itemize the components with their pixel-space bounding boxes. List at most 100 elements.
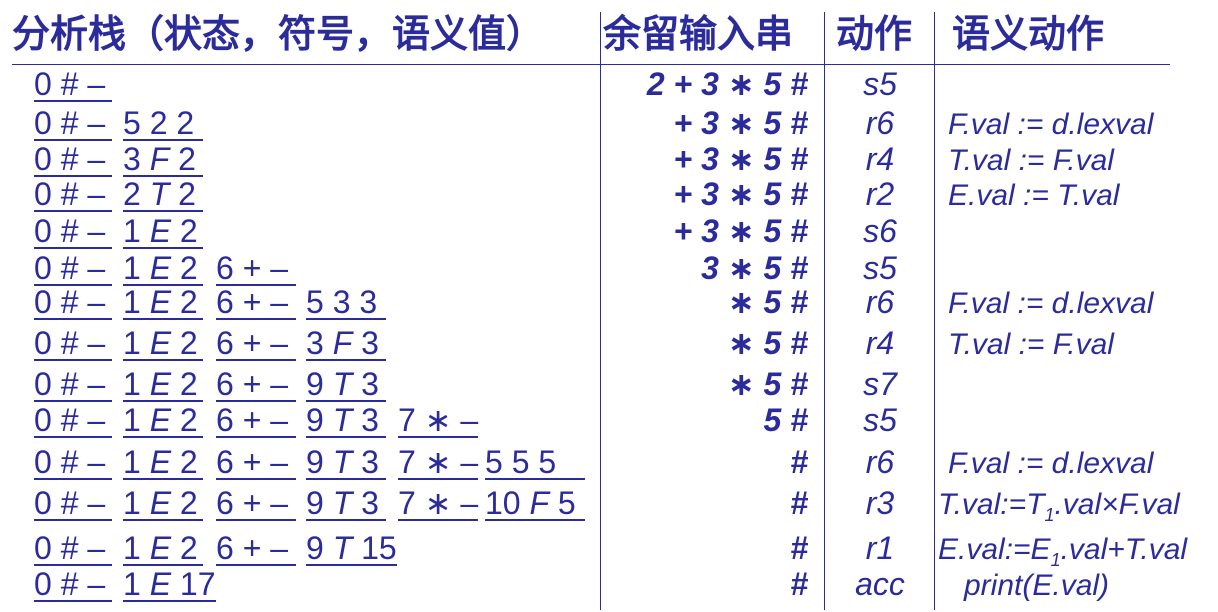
stack-segment: 9 T 3 <box>306 444 386 480</box>
stack-segment: 0 # – <box>34 284 112 320</box>
stack-segment: 6 + – <box>216 366 296 402</box>
table-row: 0 # – 1 E 2 6 + – 9 T 3 7 ∗ – 5 # s5 <box>0 402 1218 442</box>
table-row: 0 # – 1 E 2 6 + – 9 T 3 7 ∗ –10 F 5 # r3 T.val:… <box>0 485 1218 525</box>
header-rule <box>12 64 1170 65</box>
remaining-input: 3 ∗ 5 # <box>701 250 808 286</box>
semantic-action: F.val := d.lexval <box>948 108 1154 141</box>
stack-segment: 1 E 2 <box>123 213 203 249</box>
stack-segment: 3 F 3 <box>306 325 386 361</box>
remaining-input: # <box>790 566 808 602</box>
stack-segment: 6 + – <box>216 530 296 566</box>
stack-segment: 0 # – <box>34 141 112 177</box>
parse-action: s5 <box>863 250 897 286</box>
stack-segment: 1 E 2 <box>123 530 203 566</box>
table-row: 0 # – 1 E 2 6 + – 9 T 3 ∗ 5 # s7 <box>0 366 1218 406</box>
stack-segment: 9 T 15 <box>306 530 397 566</box>
table-row: 0 # –1 E 26 + –9 T 15 # r1 E.val:=E1.val+T.… <box>0 530 1218 570</box>
parse-action: r6 <box>865 284 895 320</box>
stack-segment: 6 + – <box>216 402 296 438</box>
stack-segment: 0 # – <box>34 325 112 361</box>
table-row: 0 # – 2 T 2 + 3 ∗ 5 # r2 E.val := T.val <box>0 176 1218 216</box>
stack-segment: 2 T 2 <box>123 176 203 212</box>
stack-segment: 1 E 17 <box>123 566 216 602</box>
parse-action: r6 <box>865 105 895 141</box>
table-row: 0 # – 1 E 2 6 + – 5 3 3 ∗ 5 # r6 F.val := d.le… <box>0 284 1218 324</box>
stack-segment: 9 T 3 <box>306 402 386 438</box>
stack-segment: 0 # – <box>34 530 112 566</box>
stack-segment: 0 # – <box>34 213 112 249</box>
stack-segment: 1 E 2 <box>123 250 203 286</box>
parse-action: s6 <box>863 213 897 249</box>
stack-segment: 1 E 2 <box>123 284 203 320</box>
remaining-input: # <box>790 444 808 480</box>
semantic-action: E.val := T.val <box>948 179 1120 212</box>
parse-action: r4 <box>865 141 895 177</box>
table-row: 0 # – 1 E 2 6 + – 9 T 3 7 ∗ –5 5 5 # r6 F.val :… <box>0 444 1218 484</box>
stack-segment: 5 5 5 <box>485 444 585 480</box>
remaining-input: 2 + 3 ∗ 5 # <box>646 66 808 102</box>
stack-segment: 6 + – <box>216 325 296 361</box>
table-row: 0 # – 1 E 2 6 + – 3 F 3 ∗ 5 # r4 T.val := F.va… <box>0 325 1218 365</box>
stack-segment: 7 ∗ – <box>398 402 479 438</box>
stack-segment: 1 E 2 <box>123 402 203 438</box>
stack-segment: 7 ∗ – <box>398 485 479 521</box>
stack-segment: 6 + – <box>216 444 296 480</box>
parse-action: r2 <box>865 176 895 212</box>
parse-action: s7 <box>863 366 897 402</box>
stack-segment: 1 E 2 <box>123 485 203 521</box>
parse-action: acc <box>855 566 905 602</box>
stack-segment: 5 3 3 <box>306 284 386 320</box>
parse-action: r1 <box>865 530 895 566</box>
semantic-action: F.val := d.lexval <box>948 447 1154 480</box>
stack-segment: 6 + – <box>216 284 296 320</box>
table-row: 0 # – 2 + 3 ∗ 5 # s5 <box>0 66 1218 106</box>
semantic-action: T.val := F.val <box>948 144 1114 177</box>
remaining-input: + 3 ∗ 5 # <box>673 105 808 141</box>
stack-segment: 3 F 2 <box>123 141 203 177</box>
stack-segment: 5 2 2 <box>123 105 203 141</box>
stack-segment: 9 T 3 <box>306 366 386 402</box>
table-row: 0 # – 3 F 2 + 3 ∗ 5 # r4 T.val := F.val <box>0 141 1218 181</box>
semantic-action: T.val:=T1.val×F.val <box>938 488 1180 525</box>
stack-segment: 10 F 5 <box>485 485 585 521</box>
header-action: 动作 <box>836 12 913 56</box>
table-row: 0 # – 5 2 2 + 3 ∗ 5 # r6 F.val := d.lexval <box>0 105 1218 145</box>
remaining-input: ∗ 5 # <box>727 325 808 361</box>
stack-segment: 0 # – <box>34 485 112 521</box>
stack-segment: 6 + – <box>216 485 296 521</box>
parse-action: s5 <box>863 402 897 438</box>
header-semantic: 语义动作 <box>952 12 1105 56</box>
stack-segment: 1 E 2 <box>123 325 203 361</box>
stack-segment: 0 # – <box>34 176 112 212</box>
remaining-input: + 3 ∗ 5 # <box>673 176 808 212</box>
stack-segment: 1 E 2 <box>123 366 203 402</box>
table-row: 0 # – 1 E 2 + 3 ∗ 5 # s6 <box>0 213 1218 253</box>
stack-segment: 0 # – <box>34 66 112 102</box>
stack-segment: 0 # – <box>34 105 112 141</box>
parse-action: r4 <box>865 325 895 361</box>
stack-segment: 0 # – <box>34 250 112 286</box>
stack-segment: 6 + – <box>216 250 296 286</box>
semantic-action: T.val := F.val <box>948 328 1114 361</box>
semantic-action: F.val := d.lexval <box>948 287 1154 320</box>
parse-action: s5 <box>863 66 897 102</box>
stack-segment: 0 # – <box>34 566 112 602</box>
parse-action: r3 <box>865 485 895 521</box>
semantic-action: print(E.val) <box>964 569 1110 602</box>
remaining-input: + 3 ∗ 5 # <box>673 141 808 177</box>
table-row: 0 # – 1 E 17 # acc print(E.val) <box>0 566 1218 606</box>
remaining-input: 5 # <box>763 402 808 438</box>
header-input: 余留输入串 <box>603 12 794 56</box>
remaining-input: + 3 ∗ 5 # <box>673 213 808 249</box>
remaining-input: # <box>790 485 808 521</box>
stack-segment: 0 # – <box>34 402 112 438</box>
header-stack: 分析栈（状态，符号，语义值） <box>12 12 545 56</box>
stack-segment: 7 ∗ – <box>398 444 479 480</box>
remaining-input: ∗ 5 # <box>727 366 808 402</box>
stack-segment: 1 E 2 <box>123 444 203 480</box>
stack-segment: 9 T 3 <box>306 485 386 521</box>
stack-segment: 0 # – <box>34 366 112 402</box>
remaining-input: ∗ 5 # <box>727 284 808 320</box>
parse-action: r6 <box>865 444 895 480</box>
remaining-input: # <box>790 530 808 566</box>
